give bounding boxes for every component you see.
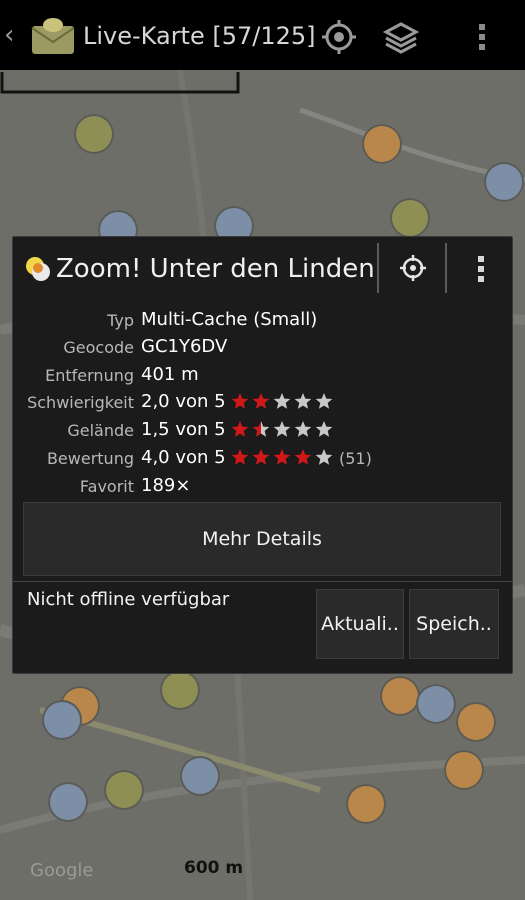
star-icon (294, 421, 312, 437)
header-divider (377, 243, 379, 293)
cache-marker[interactable] (180, 756, 220, 796)
star-icon (315, 449, 333, 465)
rating-stars (231, 448, 336, 470)
detail-label: Schwierigkeit (27, 393, 134, 412)
refresh-button[interactable]: Aktuali.. (316, 589, 404, 659)
detail-value: 189× (141, 475, 191, 496)
save-offline-button[interactable]: Speich.. (409, 589, 499, 659)
offline-status-text: Nicht offline verfügbar (27, 589, 230, 610)
cache-marker[interactable] (346, 784, 386, 824)
multi-cache-icon (26, 257, 50, 281)
cache-marker[interactable] (104, 770, 144, 810)
app-logo-icon[interactable] (30, 16, 76, 56)
popup-header: Zoom! Unter den Linden (13, 237, 512, 301)
star-icon (252, 449, 270, 465)
detail-value: Multi-Cache (Small) (141, 309, 318, 330)
overflow-menu-icon[interactable] (470, 18, 494, 56)
cache-marker[interactable] (390, 198, 430, 238)
map-attribution: Google (30, 860, 94, 881)
overflow-menu-icon[interactable] (469, 252, 493, 286)
difficulty-stars (231, 392, 336, 414)
detail-value: GC1Y6DV (141, 336, 228, 357)
star-icon (231, 421, 249, 437)
rating-count: (51) (339, 449, 372, 468)
map-scale-label: 600 m (184, 858, 244, 878)
star-icon (273, 421, 291, 437)
star-icon (315, 393, 333, 409)
detail-label: Gelände (67, 421, 134, 440)
star-icon (231, 393, 249, 409)
detail-value: 1,5 von 5 (141, 419, 226, 440)
detail-row-favorite: Favorit 189× (13, 475, 512, 501)
detail-label: Geocode (63, 338, 134, 357)
star-icon (315, 421, 333, 437)
detail-row-distance: Entfernung 401 m (13, 364, 512, 390)
detail-label: Entfernung (45, 366, 134, 385)
header-divider (445, 243, 447, 293)
cache-marker[interactable] (362, 124, 402, 164)
detail-row-terrain: Gelände 1,5 von 5 (13, 419, 512, 445)
cache-marker[interactable] (74, 114, 114, 154)
cache-marker[interactable] (484, 162, 524, 202)
popup-divider (13, 581, 512, 582)
detail-label: Favorit (79, 477, 134, 496)
detail-label: Bewertung (46, 449, 134, 468)
star-icon (294, 393, 312, 409)
cache-popup: Zoom! Unter den Linden Typ Multi-Cache (… (12, 236, 513, 674)
detail-row-rating: Bewertung 4,0 von 5 (51) (13, 447, 512, 473)
terrain-stars (231, 420, 336, 442)
cache-marker[interactable] (456, 702, 496, 742)
star-icon (252, 393, 270, 409)
more-details-button[interactable]: Mehr Details (23, 502, 501, 576)
detail-row-type: Typ Multi-Cache (Small) (13, 309, 512, 335)
back-chevron-icon[interactable]: ‹ (4, 22, 18, 48)
detail-value: 401 m (141, 364, 199, 385)
navigate-target-icon[interactable] (399, 254, 427, 282)
detail-value: 2,0 von 5 (141, 391, 226, 412)
map-scale-bar (0, 72, 240, 94)
star-icon (273, 449, 291, 465)
detail-row-difficulty: Schwierigkeit 2,0 von 5 (13, 391, 512, 417)
star-icon (273, 393, 291, 409)
cache-marker[interactable] (48, 782, 88, 822)
cache-marker[interactable] (160, 670, 200, 710)
star-icon (231, 449, 249, 465)
detail-value: 4,0 von 5 (141, 447, 226, 468)
action-bar: ‹ Live-Karte [57/125] (0, 0, 525, 70)
star-icon (294, 449, 312, 465)
detail-label: Typ (107, 311, 134, 330)
cache-marker[interactable] (42, 700, 82, 740)
cache-marker[interactable] (380, 676, 420, 716)
cache-marker[interactable] (416, 684, 456, 724)
my-location-icon[interactable] (320, 18, 358, 56)
page-title: Live-Karte [57/125] (83, 22, 316, 50)
star-icon (252, 421, 270, 437)
cache-title: Zoom! Unter den Linden (56, 254, 375, 284)
cache-marker[interactable] (444, 750, 484, 790)
layers-icon[interactable] (382, 18, 420, 56)
detail-row-geocode: Geocode GC1Y6DV (13, 336, 512, 362)
